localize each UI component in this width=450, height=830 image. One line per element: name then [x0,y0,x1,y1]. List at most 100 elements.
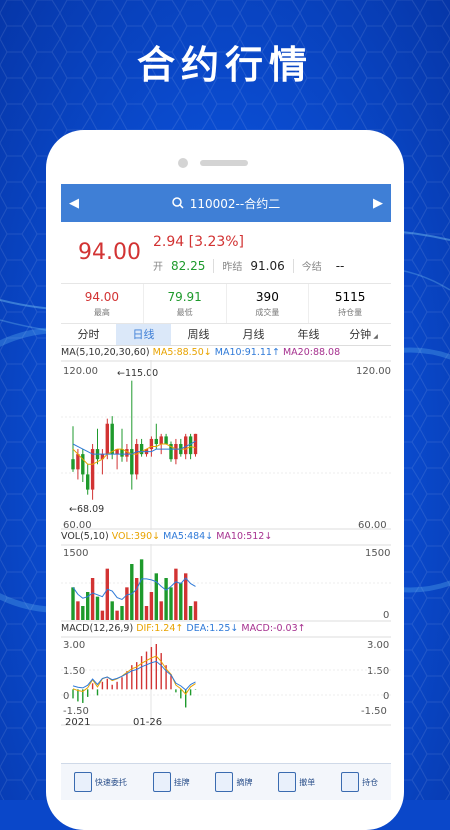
macd-axis-3-right: 0 [383,691,389,702]
prev-close-value: 91.06 [250,258,285,273]
period-tabs: 分时 日线 周线 月线 年线 分钟 ◢ [61,324,391,346]
macd-axis-2: 1.50 [63,666,85,677]
volume-bar [81,606,85,620]
phone-speaker [200,160,248,166]
search-icon [172,197,184,209]
candle-body [81,454,85,475]
macd-axis-2-right: 1.50 [367,666,389,677]
contract-search[interactable]: 110002--合约二 [172,195,280,212]
list-button[interactable]: 挂牌 [152,772,190,792]
macd-chart[interactable]: 3.00 3.00 1.50 1.50 0 0 -1.50 -1.50 2021… [61,636,391,726]
prev-close-label: 昨结 [222,262,243,273]
vol-axis-top-right: 1500 [365,548,390,559]
doc-icon [278,772,297,792]
volume-bar [115,610,119,620]
macd-axis-3: 0 [63,691,69,702]
volume-bar [110,601,114,620]
volume-chart[interactable]: 1500 1500 0 [61,544,391,622]
volume-bar [105,568,109,620]
delist-button[interactable]: 摘牌 [215,772,252,792]
candle-body [164,436,168,444]
volume-bar [193,601,198,620]
cancel-order-button[interactable]: 撤单 [278,772,315,792]
tab-minute[interactable]: 分钟 ◢ [336,324,391,345]
contract-title: 110002--合约二 [189,196,281,211]
volume-bar [154,573,158,620]
quick-order-button[interactable]: 快速委托 [73,772,127,792]
candle-body [188,436,193,455]
price-axis-top-right: 120.00 [356,366,391,377]
volume-bar [184,573,188,620]
volume-bar [139,559,144,620]
price-axis-top-left: 120.00 [63,366,98,377]
phone-camera [178,158,188,168]
candle-body [105,423,109,455]
tab-monthly[interactable]: 月线 [226,324,281,345]
volume-bar [179,582,183,620]
candle-body [86,474,90,490]
volume-bar [76,601,80,620]
stat-low: 79.91 最低 [144,284,227,323]
candle-body [76,454,80,470]
volume-bar [174,568,178,620]
candle-body [130,449,134,475]
volume-bar [164,578,168,620]
macd-axis-4-right: -1.50 [361,706,387,717]
tab-weekly[interactable]: 周线 [171,324,226,345]
volume-bar [159,601,163,620]
dif-line [72,655,196,695]
volume-bar [149,592,154,620]
candle-body [110,423,114,455]
vol-axis-bottom-right: 0 [383,610,389,621]
vol-legend: VOL(5,10) VOL:390↓ MA5:484↓ MA10:512↓ [61,531,273,542]
volume-bar [90,578,95,620]
macd-legend: MACD(12,26,9) DIF:1.24↑ DEA:1.25↓ MACD:-… [61,623,306,634]
tab-daily[interactable]: 日线 [116,324,171,345]
prev-contract-button[interactable]: ◀ [69,196,79,211]
candle-body [135,444,139,475]
volume-bar [135,578,139,620]
candle-body [159,436,163,444]
order-icon [73,772,92,792]
candle-body [174,444,178,460]
app-screen: ◀ 110002--合约二 ▶ 94.00 2.94 [3.23%] 开 82.… [61,184,391,800]
position-icon [341,772,360,792]
candle-body [154,438,158,444]
volume-bar [100,610,105,620]
high-marker: ←115.00 [117,368,158,379]
bottom-toolbar: 快速委托 挂牌 摘牌 撤单 持仓 [61,763,391,800]
vol-axis-top-left: 1500 [63,548,88,559]
tab-intraday[interactable]: 分时 [61,324,116,345]
candle-body [71,459,75,470]
price-change: 2.94 [3.23%] [153,234,245,250]
settle-label: 今结 [301,262,322,273]
candle-body [193,433,198,455]
price-chart[interactable]: 120.00 120.00 60.00 60.00 ←115.00 ←68.09 [61,360,391,530]
date-start: 2021 [65,717,90,726]
candle-body [184,436,188,455]
stat-open-interest: 5115 持仓量 [334,290,366,317]
volume-bar [120,606,124,620]
candle-body [90,449,95,490]
next-contract-button[interactable]: ▶ [373,196,383,211]
volume-bar [169,587,173,620]
date-mid: 01-26 [133,717,162,726]
macd-axis-1: 3.00 [63,640,85,651]
macd-axis-4: -1.50 [63,706,89,717]
volume-bar [130,564,134,620]
macd-axis-1-right: 3.00 [367,640,389,651]
quote-panel: 94.00 2.94 [3.23%] 开 82.25 昨结 91.06 今结 -… [61,222,391,284]
stat-high: 94.00 最高 [61,284,144,323]
chart-icon [152,772,171,792]
open-label: 开 [153,262,163,273]
positions-button[interactable]: 持仓 [341,772,378,792]
volume-bar [125,587,129,620]
nav-bar: ◀ 110002--合约二 ▶ [61,184,391,222]
settle-value: -- [335,258,345,273]
tab-yearly[interactable]: 年线 [281,324,336,345]
volume-bar [71,587,75,620]
hand-icon [215,772,234,792]
page-headline: 合约行情 [136,43,313,87]
last-price: 94.00 [78,240,141,265]
volume-bar [95,596,100,620]
